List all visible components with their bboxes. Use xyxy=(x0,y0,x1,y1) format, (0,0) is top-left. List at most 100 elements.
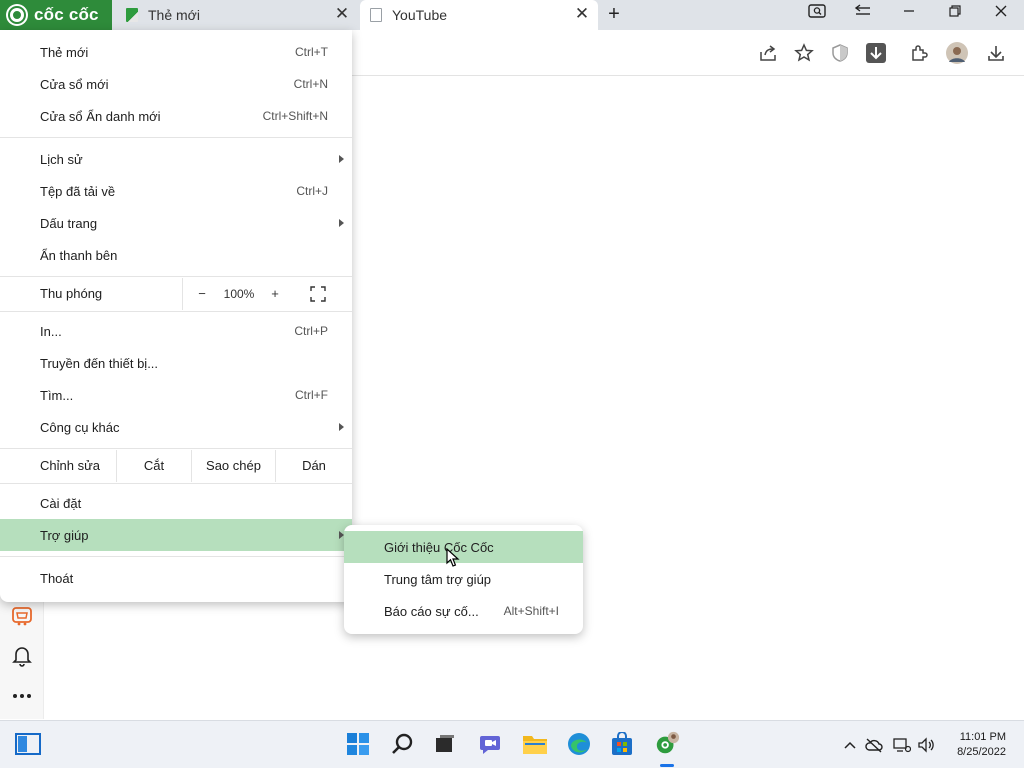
edge-browser-icon[interactable] xyxy=(566,731,592,757)
volume-icon[interactable] xyxy=(917,737,935,753)
submenu-arrow-icon xyxy=(339,155,344,163)
tab-strip: cốc cốc Thẻ mới ✕ YouTube ✕ + xyxy=(0,0,1024,30)
zoom-label: Thu phóng xyxy=(40,286,103,301)
download-media-icon[interactable] xyxy=(865,42,887,64)
paste-button[interactable]: Dán xyxy=(275,450,352,482)
menu-item-label: Ẩn thanh bên xyxy=(40,247,118,263)
new-tab-button[interactable]: + xyxy=(604,4,624,24)
edit-label: Chỉnh sửa xyxy=(40,458,101,473)
tab-title: YouTube xyxy=(392,7,448,23)
chat-icon[interactable] xyxy=(477,731,503,757)
downloads-icon[interactable] xyxy=(985,42,1007,64)
menu-item-label: Thẻ mới xyxy=(40,44,89,60)
fullscreen-icon[interactable] xyxy=(310,286,326,302)
menu-item-label: Cài đặt xyxy=(40,495,82,511)
shortcut-label: Ctrl+N xyxy=(293,77,328,91)
help-submenu: Giới thiệu Cốc Cốc Trung tâm trợ giúp Bá… xyxy=(344,525,583,634)
menu-item-label: Truyền đến thiết bị... xyxy=(40,355,159,371)
submenu-item-label: Giới thiệu Cốc Cốc xyxy=(384,539,494,555)
menu-divider xyxy=(0,311,352,312)
start-windows-icon[interactable] xyxy=(345,731,371,757)
menu-item-settings[interactable]: Cài đặt xyxy=(0,487,352,519)
network-icon[interactable] xyxy=(893,737,911,753)
submenu-item-label: Trung tâm trợ giúp xyxy=(384,571,492,587)
coccoc-taskbar-icon[interactable] xyxy=(654,731,680,757)
submenu-item-about[interactable]: Giới thiệu Cốc Cốc xyxy=(344,531,583,563)
menu-item-print[interactable]: In... Ctrl+P xyxy=(0,315,352,347)
menu-item-more-tools[interactable]: Công cụ khác xyxy=(0,411,352,443)
shortcut-label: Ctrl+T xyxy=(295,45,328,59)
zoom-controls: − 100% + xyxy=(182,278,296,310)
minimize-icon[interactable] xyxy=(896,4,922,24)
coccoc-logo-icon xyxy=(6,4,28,26)
menu-item-find[interactable]: Tìm... Ctrl+F xyxy=(0,379,352,411)
close-window-icon[interactable] xyxy=(988,4,1014,24)
tray-chevron-up-icon[interactable] xyxy=(841,737,859,753)
shortcut-label: Ctrl+F xyxy=(295,388,328,402)
profile-avatar[interactable] xyxy=(946,42,968,64)
menu-divider xyxy=(0,448,352,449)
menu-item-exit[interactable]: Thoát xyxy=(0,562,352,594)
menu-item-label: Trợ giúp xyxy=(40,527,89,543)
extensions-icon[interactable] xyxy=(908,42,930,64)
menu-divider xyxy=(0,556,352,557)
tab-youtube[interactable]: YouTube ✕ xyxy=(360,0,598,30)
browser-main-menu: Thẻ mới Ctrl+T Cửa sổ mới Ctrl+N Cửa sổ … xyxy=(0,30,352,602)
shortcut-label: Ctrl+J xyxy=(296,184,328,198)
shopping-cart-icon[interactable] xyxy=(10,604,34,628)
menu-item-hide-sidebar[interactable]: Ẩn thanh bên xyxy=(0,239,352,271)
restore-icon[interactable] xyxy=(942,4,968,24)
menu-item-bookmarks[interactable]: Dấu trang xyxy=(0,207,352,239)
menu-item-new-window[interactable]: Cửa sổ mới Ctrl+N xyxy=(0,68,352,100)
page-favicon-icon xyxy=(370,8,382,22)
close-tab-icon[interactable]: ✕ xyxy=(334,5,350,22)
menu-item-help[interactable]: Trợ giúp xyxy=(0,519,352,551)
shortcut-label: Alt+Shift+I xyxy=(503,604,559,618)
file-explorer-icon[interactable] xyxy=(522,731,548,757)
task-view-windows-icon[interactable] xyxy=(432,731,458,757)
close-tab-icon[interactable]: ✕ xyxy=(574,5,590,22)
coccoc-menu-button[interactable]: cốc cốc xyxy=(0,0,112,30)
shortcut-label: Ctrl+Shift+N xyxy=(262,109,328,123)
menu-item-label: In... xyxy=(40,323,62,339)
menu-item-incognito-window[interactable]: Cửa sổ Ẩn danh mới Ctrl+Shift+N xyxy=(0,100,352,132)
zoom-in-button[interactable]: + xyxy=(269,278,281,310)
onedrive-offline-icon[interactable] xyxy=(865,737,883,753)
system-clock[interactable]: 11:01 PM 8/25/2022 xyxy=(957,730,1006,760)
copy-button[interactable]: Sao chép xyxy=(191,450,275,482)
submenu-arrow-icon xyxy=(339,423,344,431)
submenu-item-help-center[interactable]: Trung tâm trợ giúp xyxy=(344,563,583,595)
submenu-arrow-icon xyxy=(339,219,344,227)
menu-item-label: Công cụ khác xyxy=(40,419,120,435)
shortcut-label: Ctrl+P xyxy=(294,324,328,338)
cut-button[interactable]: Cắt xyxy=(116,450,191,482)
menu-item-label: Thoát xyxy=(40,570,74,586)
menu-item-new-tab[interactable]: Thẻ mới Ctrl+T xyxy=(0,36,352,68)
menu-item-downloads[interactable]: Tệp đã tải về Ctrl+J xyxy=(0,175,352,207)
zoom-row: Thu phóng − 100% + xyxy=(0,278,352,310)
submenu-item-report-issue[interactable]: Báo cáo sự cố... Alt+Shift+I xyxy=(344,595,583,627)
more-options-icon[interactable] xyxy=(10,684,34,708)
tab-new-tab[interactable]: Thẻ mới ✕ xyxy=(112,0,358,30)
menu-divider xyxy=(0,483,352,484)
search-tabs-icon[interactable] xyxy=(804,4,830,24)
menu-divider xyxy=(0,276,352,277)
menu-item-label: Tệp đã tải về xyxy=(40,183,116,199)
notifications-bell-icon[interactable] xyxy=(10,644,34,668)
task-view-icon[interactable] xyxy=(15,731,41,757)
shield-icon[interactable] xyxy=(829,42,851,64)
zoom-out-button[interactable]: − xyxy=(196,278,208,310)
menu-item-cast[interactable]: Truyền đến thiết bị... xyxy=(0,347,352,379)
submenu-item-label: Báo cáo sự cố... xyxy=(384,603,479,619)
menu-divider xyxy=(0,137,352,138)
menu-item-history[interactable]: Lịch sử xyxy=(0,143,352,175)
edit-row: Chỉnh sửa Cắt Sao chép Dán xyxy=(0,450,352,482)
brand-name: cốc cốc xyxy=(34,5,99,24)
share-icon[interactable] xyxy=(757,42,779,64)
search-icon[interactable] xyxy=(390,731,416,757)
microsoft-store-icon[interactable] xyxy=(609,731,635,757)
menu-item-label: Lịch sử xyxy=(40,151,83,167)
tab-back-icon[interactable] xyxy=(850,4,876,24)
bookmark-star-icon[interactable] xyxy=(793,42,815,64)
menu-item-label: Dấu trang xyxy=(40,215,98,231)
